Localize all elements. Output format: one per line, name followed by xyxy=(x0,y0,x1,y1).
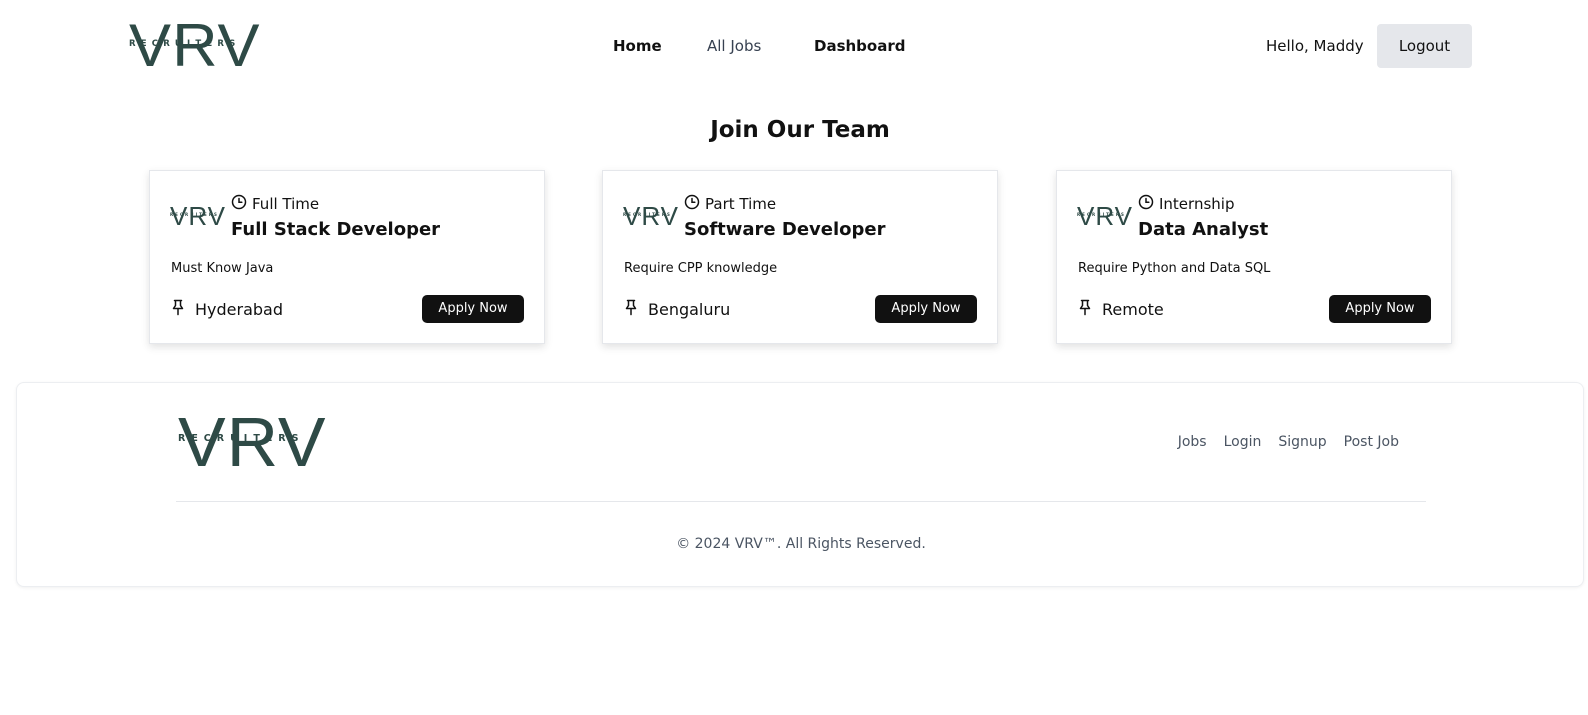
header-logo[interactable]: VRV RECRUITERS xyxy=(129,16,260,76)
card-logo: VRV RECRUITERS xyxy=(1077,202,1132,230)
footer-nav: Jobs Login Signup Post Job xyxy=(1178,434,1399,450)
card-logo: VRV RECRUITERS xyxy=(623,202,678,230)
logo-tagline: RECRUITERS xyxy=(170,212,219,217)
footer-link-signup[interactable]: Signup xyxy=(1278,434,1326,450)
job-title: Data Analyst xyxy=(1138,219,1269,240)
job-type-label: Full Time xyxy=(252,195,320,213)
clock-icon xyxy=(231,194,247,214)
pin-icon xyxy=(1078,299,1092,321)
job-description: Require CPP knowledge xyxy=(624,261,778,276)
apply-now-button[interactable]: Apply Now xyxy=(875,295,977,323)
footer-divider xyxy=(176,501,1426,502)
card-logo: VRV RECRUITERS xyxy=(170,202,225,230)
job-location-label: Remote xyxy=(1102,300,1164,319)
user-greeting: Hello, Maddy xyxy=(1266,37,1364,55)
job-location: Hyderabad xyxy=(171,299,283,321)
job-type: Internship xyxy=(1138,194,1234,214)
job-type-label: Part Time xyxy=(705,195,777,213)
job-description: Require Python and Data SQL xyxy=(1078,261,1271,276)
job-card: VRV RECRUITERS Internship Data Analyst R… xyxy=(1056,170,1452,344)
job-card: VRV RECRUITERS Full Time Full Stack Deve… xyxy=(149,170,545,344)
clock-icon xyxy=(684,194,700,214)
logo-tagline: RECRUITERS xyxy=(129,39,241,49)
copyright: © 2024 VRV™. All Rights Reserved. xyxy=(676,536,926,552)
nav-dashboard[interactable]: Dashboard xyxy=(814,36,905,56)
footer-link-post-job[interactable]: Post Job xyxy=(1344,434,1399,450)
footer: VRV RECRUITERS Jobs Login Signup Post Jo… xyxy=(16,382,1584,587)
footer-link-jobs[interactable]: Jobs xyxy=(1178,434,1207,450)
job-location-label: Bengaluru xyxy=(648,300,731,319)
clock-icon xyxy=(1138,194,1154,214)
job-location-label: Hyderabad xyxy=(195,300,283,319)
pin-icon xyxy=(171,299,185,321)
job-location: Bengaluru xyxy=(624,299,730,321)
logout-button[interactable]: Logout xyxy=(1377,24,1472,68)
pin-icon xyxy=(624,299,638,321)
nav-all-jobs[interactable]: All Jobs xyxy=(707,36,761,56)
logo-tagline: RECRUITERS xyxy=(623,212,672,217)
logo-tagline: RECRUITERS xyxy=(178,433,305,444)
footer-link-login[interactable]: Login xyxy=(1224,434,1262,450)
apply-now-button[interactable]: Apply Now xyxy=(422,295,524,323)
job-type: Part Time xyxy=(684,194,776,214)
job-title: Full Stack Developer xyxy=(231,219,441,240)
nav-home[interactable]: Home xyxy=(613,36,662,56)
job-title: Software Developer xyxy=(684,219,886,240)
logo-tagline: RECRUITERS xyxy=(1077,212,1126,217)
footer-logo[interactable]: VRV RECRUITERS xyxy=(178,407,326,477)
apply-now-button[interactable]: Apply Now xyxy=(1329,295,1431,323)
job-card: VRV RECRUITERS Part Time Software Develo… xyxy=(602,170,998,344)
job-location: Remote xyxy=(1078,299,1164,321)
job-type-label: Internship xyxy=(1159,195,1235,213)
job-type: Full Time xyxy=(231,194,319,214)
page-title: Join Our Team xyxy=(710,117,890,143)
job-description: Must Know Java xyxy=(171,261,274,276)
